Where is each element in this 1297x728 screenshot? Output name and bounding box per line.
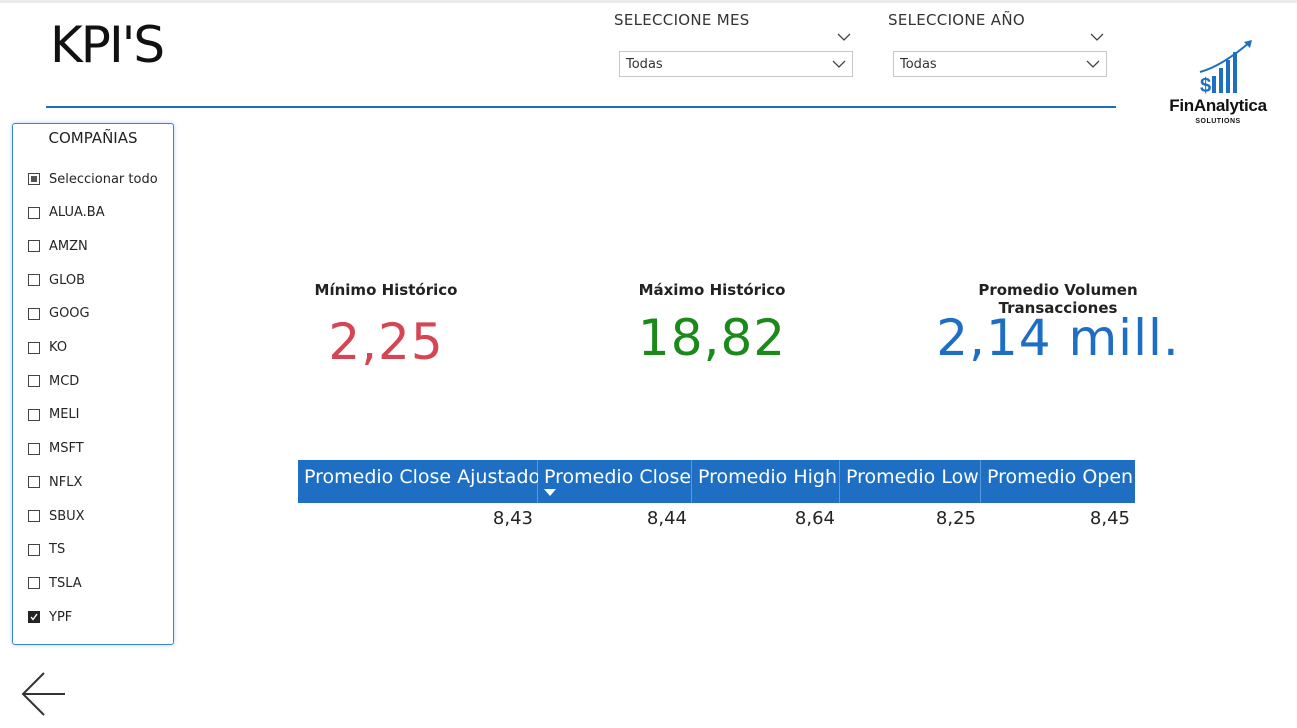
volume-kpi-value: 2,14 mill.	[936, 309, 1180, 367]
company-item[interactable]: TSLA	[28, 573, 82, 593]
checkbox[interactable]	[28, 274, 40, 287]
company-item[interactable]: YPF	[28, 607, 72, 627]
dollar-sign: $	[1200, 75, 1211, 96]
checkmark-icon	[30, 613, 38, 621]
company-item[interactable]: AMZN	[28, 236, 88, 256]
table-header-high[interactable]: Promedio High	[692, 460, 840, 503]
header-divider	[46, 106, 1116, 108]
checkbox[interactable]	[28, 476, 40, 489]
chevron-down-icon	[1086, 60, 1100, 68]
table-header-close[interactable]: Promedio Close	[538, 460, 692, 503]
month-dropdown-value: Todas	[626, 57, 663, 72]
company-label: YPF	[49, 609, 73, 625]
company-label: Seleccionar todo	[49, 171, 158, 187]
year-slicer-title: SELECCIONE AÑO	[888, 11, 1025, 29]
company-item[interactable]: MSFT	[28, 439, 84, 459]
logo-tagline: SOLUTIONS	[1195, 118, 1241, 125]
table-header-low[interactable]: Promedio Low	[840, 460, 981, 503]
company-item[interactable]: ALUA.BA	[28, 203, 105, 223]
table-cell: 8,45	[1089, 508, 1130, 529]
month-slicer-collapse-icon[interactable]	[836, 32, 852, 42]
month-slicer-title: SELECCIONE MES	[614, 11, 750, 29]
year-dropdown[interactable]: Todas	[893, 51, 1107, 77]
month-dropdown[interactable]: Todas	[619, 51, 853, 77]
company-label: MSFT	[49, 441, 84, 457]
checkbox[interactable]	[28, 543, 40, 556]
max-kpi-label: Máximo Histórico	[638, 281, 786, 299]
year-dropdown-value: Todas	[900, 57, 937, 72]
checkbox[interactable]	[28, 408, 40, 421]
checkbox[interactable]	[28, 173, 40, 185]
page-title: KPI'S	[50, 16, 165, 74]
checkbox[interactable]	[28, 442, 40, 455]
select-all-item[interactable]: Seleccionar todo	[28, 169, 158, 189]
company-label: AMZN	[49, 238, 88, 254]
table-cell: 8,43	[492, 508, 533, 529]
company-label: TS	[49, 542, 66, 558]
company-label: TSLA	[49, 575, 82, 591]
company-item[interactable]: GOOG	[28, 304, 90, 324]
min-kpi-value: 2,25	[328, 313, 444, 371]
company-label: GLOB	[49, 272, 86, 288]
company-item[interactable]: NFLX	[28, 472, 82, 492]
checkbox[interactable]	[28, 206, 40, 219]
max-kpi-value: 18,82	[637, 309, 787, 367]
company-item[interactable]: TS	[28, 540, 65, 560]
sort-descending-icon	[544, 489, 556, 496]
checkbox[interactable]	[28, 240, 40, 253]
logo-name: FinAnalytica	[1169, 96, 1267, 115]
company-item[interactable]: GLOB	[28, 270, 85, 290]
finanalytica-logo: $ FinAnalytica SOLUTIONS	[1160, 38, 1276, 130]
table-cell: 8,44	[646, 508, 687, 529]
table-cell: 8,25	[935, 508, 976, 529]
checkbox[interactable]	[28, 577, 40, 590]
company-item[interactable]: KO	[28, 338, 67, 358]
checkbox[interactable]	[28, 375, 40, 388]
company-label: ALUA.BA	[49, 205, 105, 221]
company-label: NFLX	[49, 474, 83, 490]
back-arrow-icon[interactable]	[20, 670, 68, 718]
top-border	[0, 0, 1297, 3]
checkbox[interactable]	[28, 611, 40, 624]
checkbox[interactable]	[28, 510, 40, 522]
company-item[interactable]: SBUX	[28, 506, 85, 526]
company-item[interactable]: MELI	[28, 405, 80, 425]
table-cell: 8,64	[794, 508, 835, 529]
company-label: MCD	[49, 373, 80, 389]
chevron-down-icon	[832, 60, 846, 68]
min-kpi-label: Mínimo Histórico	[314, 281, 458, 299]
year-slicer-collapse-icon[interactable]	[1089, 32, 1105, 42]
checkbox[interactable]	[28, 341, 40, 354]
companies-slicer: COMPAÑIAS Seleccionar todo ALUA.BA AMZN GLO…	[12, 123, 174, 645]
company-label: KO	[49, 340, 68, 355]
company-label: MELI	[49, 407, 80, 423]
company-label: GOOG	[49, 306, 90, 322]
table-header-close-ajustado[interactable]: Promedio Close Ajustado	[298, 460, 540, 503]
companies-slicer-title: COMPAÑIAS	[48, 129, 138, 147]
checkbox[interactable]	[28, 307, 40, 320]
company-label: SBUX	[49, 508, 85, 524]
table-header-open[interactable]: Promedio Open	[981, 460, 1135, 503]
company-item[interactable]: MCD	[28, 371, 79, 391]
growth-chart-logo-icon: $	[1199, 40, 1252, 97]
